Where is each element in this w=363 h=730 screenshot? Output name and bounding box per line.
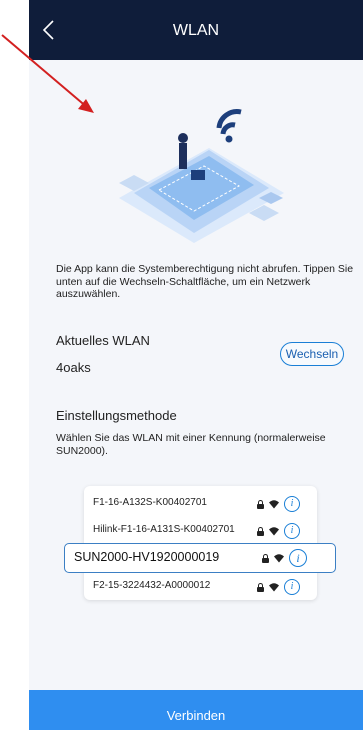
info-icon[interactable]: i	[284, 579, 300, 595]
network-name: SUN2000-HV1920000019	[74, 550, 220, 564]
app-header: WLAN	[29, 0, 363, 60]
info-icon[interactable]: i	[289, 549, 307, 567]
page-title: WLAN	[172, 22, 220, 39]
setting-method-label: Einstellungsmethode	[56, 408, 177, 423]
lock-icon	[262, 553, 269, 563]
network-name: Hilink-F1-16-A131S-K00402701	[93, 524, 235, 535]
permission-description: Die App kann die Systemberechtigung nich…	[56, 263, 354, 300]
lock-icon	[257, 499, 264, 509]
wifi-icon	[269, 583, 279, 592]
list-item[interactable]: F1-16-A132S-K00402701 i	[84, 494, 317, 514]
phone-screen: WLAN Die App kann die Systemberechtigung…	[29, 0, 363, 730]
setting-method-description: Wählen Sie das WLAN mit einer Kennung (n…	[56, 432, 326, 457]
lock-icon	[257, 526, 264, 536]
lock-icon	[257, 582, 264, 592]
wifi-icon	[274, 554, 284, 563]
current-wlan-label: Aktuelles WLAN	[56, 333, 150, 348]
connect-button[interactable]: Verbinden	[29, 690, 363, 730]
selected-network-item[interactable]: SUN2000-HV1920000019 i	[64, 543, 336, 573]
switch-button[interactable]: Wechseln	[280, 342, 344, 366]
network-name: F1-16-A132S-K00402701	[93, 497, 207, 508]
info-icon[interactable]: i	[284, 496, 300, 512]
wifi-illustration	[119, 109, 284, 243]
list-item[interactable]: F2-15-3224432-A0000012 i	[84, 577, 317, 597]
info-icon[interactable]: i	[284, 523, 300, 539]
list-item[interactable]: Hilink-F1-16-A131S-K00402701 i	[84, 521, 317, 541]
network-name: F2-15-3224432-A0000012	[93, 580, 211, 591]
wifi-icon	[269, 527, 279, 536]
current-wlan-name: 4oaks	[56, 360, 91, 375]
wifi-icon	[269, 500, 279, 509]
